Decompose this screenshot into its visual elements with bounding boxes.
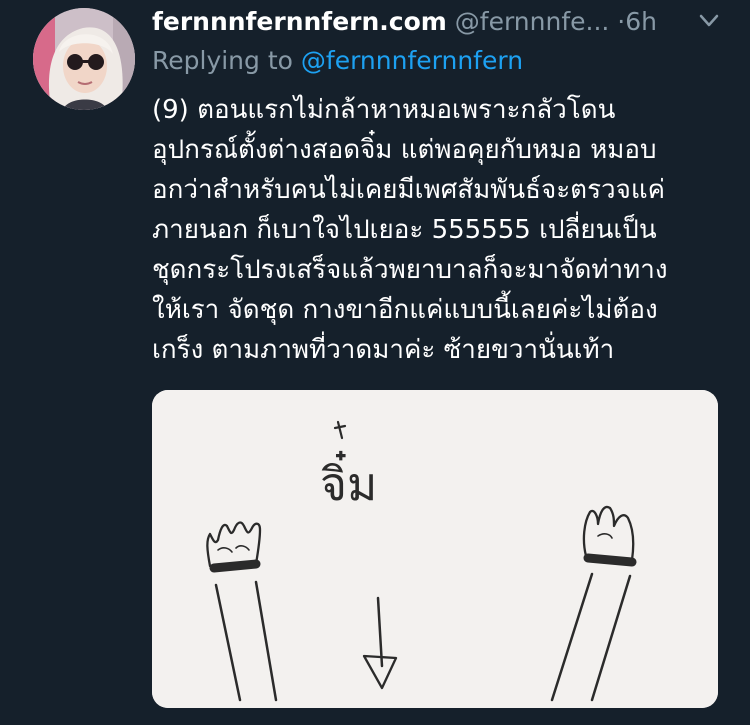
tweet-media[interactable]: จิ๋ม xyxy=(152,390,718,708)
tweet-text-line: ภายนอก ก็เบาใจไปเยอะ 555555 เปลี่ยนเป็น xyxy=(152,215,657,245)
user-handle[interactable]: @fernnnfe... xyxy=(455,7,610,36)
tweet-text-line: อกว่าสำหรับคนไม่เคยมีเพศสัมพันธ์จะตรวจแค… xyxy=(152,175,666,205)
display-name[interactable]: fernnnfernnfern.com xyxy=(152,7,447,36)
reply-prefix: Replying to xyxy=(152,46,293,75)
replying-to: Replying to @fernnnfernnfern xyxy=(152,43,523,79)
tweet-text: (9) ตอนแรกไม่กล้าหาหมอเพราะกลัวโดน อุปกร… xyxy=(152,90,722,370)
reply-handle-link[interactable]: @fernnnfernnfern xyxy=(301,46,523,75)
tweet-text-line: อุปกรณ์ตั้งต่างสอดจิ๋ม แต่พอคุยกับหมอ หม… xyxy=(152,135,657,165)
tweet[interactable]: fernnnfernnfern.com @fernnnfe... ·6h Rep… xyxy=(0,0,750,725)
sketch-image: จิ๋ม xyxy=(152,390,718,708)
tweet-text-line: เกร็ง ตามภาพที่วาดมาค่ะ ซ้ายขวานั่นเท้า xyxy=(152,335,615,365)
sketch-label: จิ๋ม xyxy=(320,450,377,511)
timestamp[interactable]: 6h xyxy=(625,7,657,36)
tweet-text-line: (9) ตอนแรกไม่กล้าหาหมอเพราะกลัวโดน xyxy=(152,95,616,125)
tweet-text-line: ให้เรา จัดชุด กางขาอีกแค่แบบนี้เลยค่ะไม่… xyxy=(152,295,658,325)
tweet-header: fernnnfernnfern.com @fernnnfe... ·6h xyxy=(152,4,722,40)
chevron-down-icon[interactable] xyxy=(698,12,720,30)
avatar[interactable] xyxy=(33,8,135,110)
tweet-text-line: ชุดกระโปรงเสร็จแล้วพยาบาลก็จะมาจัดท่าทาง xyxy=(152,255,668,285)
avatar-image xyxy=(33,8,135,110)
